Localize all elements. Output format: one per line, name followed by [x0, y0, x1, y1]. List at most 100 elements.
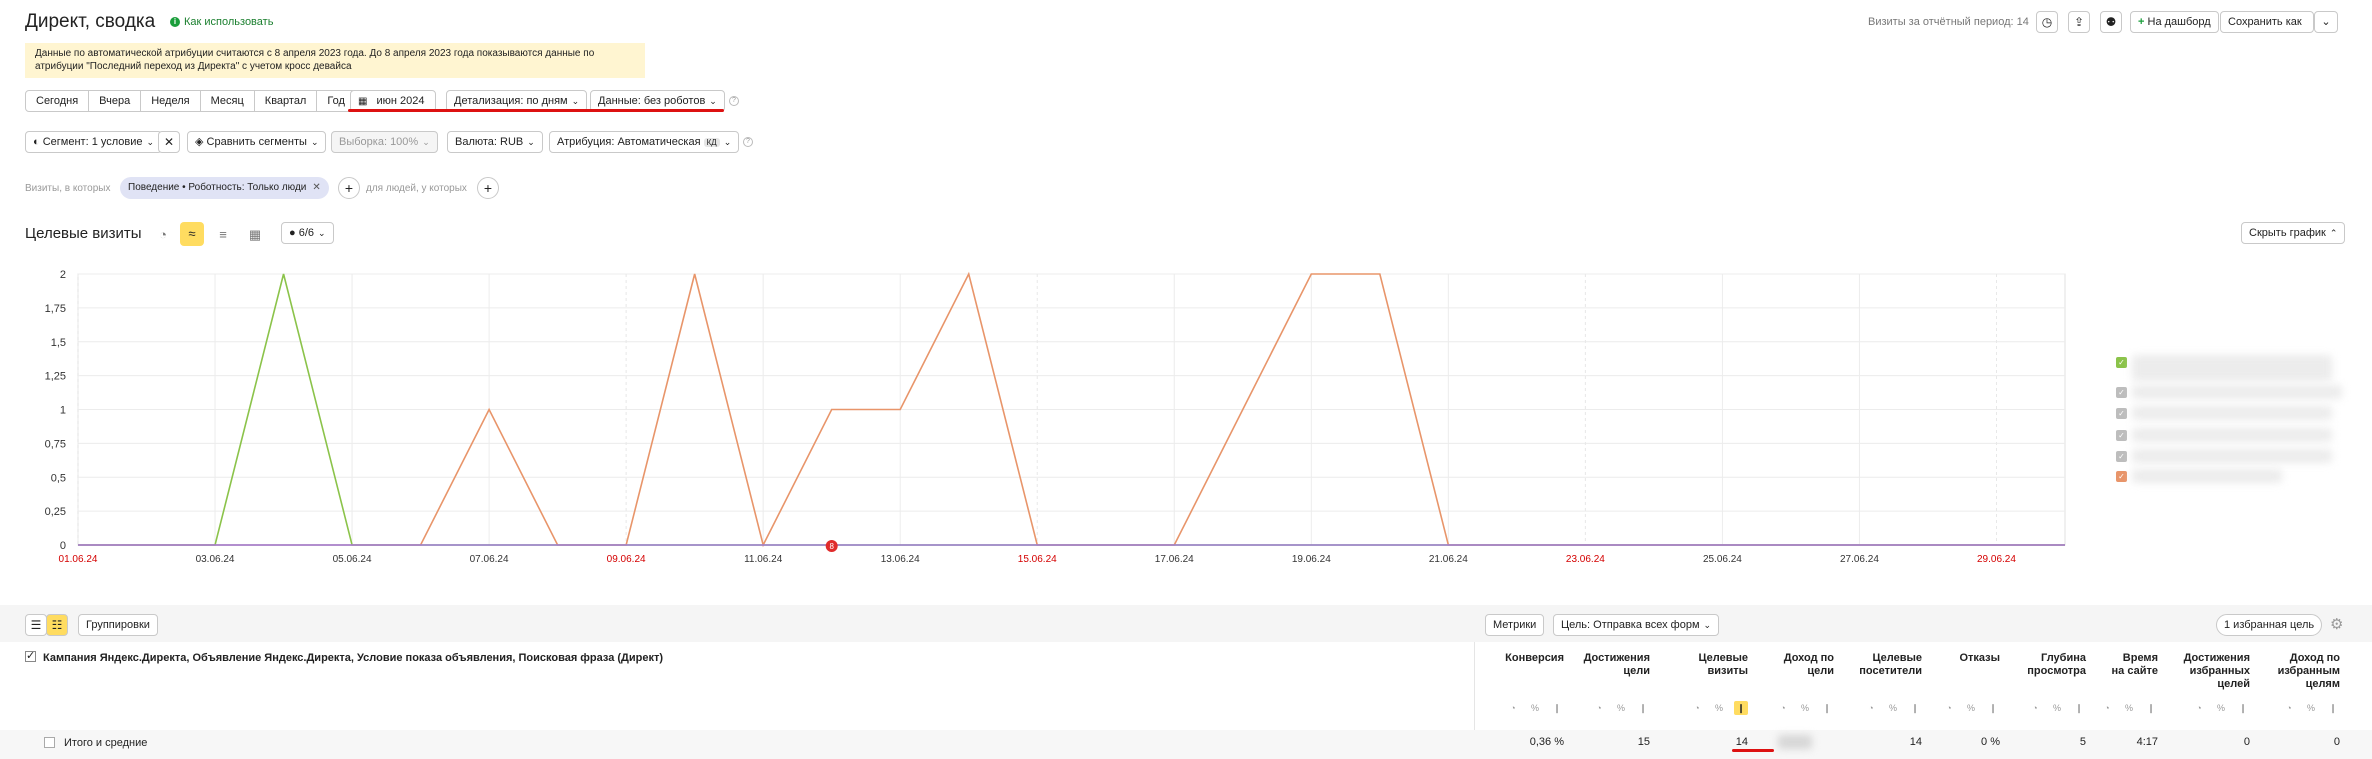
- currency-select[interactable]: Валюта: RUB ⌄: [447, 131, 543, 153]
- tree-view-icon[interactable]: ☷: [46, 614, 68, 636]
- series-count-select[interactable]: ● 6/6 ⌄: [281, 222, 334, 244]
- highlight-underline: [348, 109, 724, 112]
- line-chart: 0 0,25 0,5 0,75 1 1,25 1,5 1,75 2 01.06.24 03.06.2…: [45, 269, 2066, 565]
- bars-icon[interactable]: ❙: [2072, 701, 2086, 715]
- percent-icon[interactable]: %: [1886, 701, 1900, 715]
- help-link[interactable]: i Как использовать: [170, 16, 273, 28]
- metric-header[interactable]: Доход по цели: [1754, 652, 1834, 678]
- bars-icon[interactable]: ❙: [1734, 701, 1748, 715]
- metric-header[interactable]: Доход по избранным целям: [2260, 652, 2340, 691]
- pie-icon[interactable]: ◔: [2028, 701, 2042, 715]
- remove-tag-icon[interactable]: ✕: [312, 177, 320, 199]
- bars-icon[interactable]: ❙: [1550, 701, 1564, 715]
- clear-segment-icon[interactable]: ✕: [158, 131, 180, 153]
- save-as-dropdown[interactable]: ⌄: [2314, 11, 2338, 33]
- metric-header[interactable]: Отказы: [1920, 652, 2000, 665]
- period-week[interactable]: Неделя: [141, 91, 201, 111]
- favorites-button[interactable]: 1 избранная цель: [2216, 614, 2323, 636]
- bars-icon[interactable]: ❙: [1986, 701, 2000, 715]
- percent-icon[interactable]: %: [2050, 701, 2064, 715]
- legend-checkbox[interactable]: ✓: [2116, 471, 2127, 482]
- bars-icon[interactable]: ❙: [2236, 701, 2250, 715]
- y-tick-label: 0,5: [51, 472, 66, 484]
- line-chart-icon[interactable]: ≈: [180, 222, 204, 246]
- segment-select[interactable]: ◐ Сегмент: 1 условие ⌄: [25, 131, 163, 153]
- legend-checkbox[interactable]: ✓: [2116, 451, 2127, 462]
- data-info-icon[interactable]: ?: [729, 96, 739, 106]
- metric-total-value: 4:17: [2136, 736, 2158, 748]
- pie-icon[interactable]: ◔: [1592, 701, 1606, 715]
- pie-icon[interactable]: ◔: [1776, 701, 1790, 715]
- period-yesterday[interactable]: Вчера: [89, 91, 142, 111]
- chart-title: Целевые визиты: [25, 225, 142, 242]
- api-icon[interactable]: ⚉: [2100, 11, 2122, 33]
- metric-header[interactable]: Время на сайте: [2078, 652, 2158, 678]
- metric-header[interactable]: Конверсия: [1484, 652, 1564, 665]
- metric-header[interactable]: Глубина просмотра: [2006, 652, 2086, 678]
- hide-chart-button[interactable]: Скрыть график ⌃: [2241, 222, 2346, 244]
- legend-checkbox[interactable]: ✓: [2116, 430, 2127, 441]
- series-icon: ●: [289, 227, 296, 239]
- settings-gear-icon[interactable]: ⚙: [2330, 615, 2343, 633]
- calendar-icon: ▦: [358, 96, 368, 107]
- y-tick-label: 0,75: [45, 438, 66, 450]
- y-tick-label: 0,25: [45, 506, 66, 518]
- metric-header[interactable]: Достижения цели: [1570, 652, 1650, 678]
- metrics-button[interactable]: Метрики: [1485, 614, 1545, 636]
- bars-icon[interactable]: ❙: [2326, 701, 2340, 715]
- pie-icon[interactable]: ◔: [1864, 701, 1878, 715]
- metric-total-value: 0 %: [1981, 736, 2000, 748]
- bars-icon[interactable]: ❙: [2144, 701, 2158, 715]
- pie-icon[interactable]: ◔: [2282, 701, 2296, 715]
- pie-icon[interactable]: ◔: [1942, 701, 1956, 715]
- period-today[interactable]: Сегодня: [26, 91, 90, 111]
- goal-select[interactable]: Цель: Отправка всех форм ⌄: [1553, 614, 1720, 636]
- percent-icon[interactable]: %: [1964, 701, 1978, 715]
- add-condition-button[interactable]: +: [338, 177, 360, 199]
- x-tick-label: 05.06.24: [333, 554, 372, 565]
- pie-icon[interactable]: ◔: [1506, 701, 1520, 715]
- metric-header[interactable]: Целевые визиты: [1668, 652, 1748, 678]
- percent-icon[interactable]: %: [2214, 701, 2228, 715]
- percent-icon[interactable]: %: [2122, 701, 2136, 715]
- percent-icon[interactable]: %: [1712, 701, 1726, 715]
- legend-checkbox[interactable]: ✓: [2116, 408, 2127, 419]
- dashboard-button[interactable]: + На дашборд: [2130, 11, 2219, 33]
- percent-icon[interactable]: %: [1614, 701, 1628, 715]
- percent-icon[interactable]: %: [2304, 701, 2318, 715]
- percent-icon[interactable]: %: [1798, 701, 1812, 715]
- annotation-marker-label: 8: [829, 542, 834, 551]
- pie-chart-icon[interactable]: ◔: [152, 224, 174, 246]
- export-icon[interactable]: ⇪: [2068, 11, 2090, 33]
- add-people-condition-button[interactable]: +: [477, 177, 499, 199]
- clock-icon[interactable]: ◷: [2036, 11, 2058, 33]
- bars-icon[interactable]: ❙: [1636, 701, 1650, 715]
- x-tick-label: 09.06.24: [607, 554, 646, 565]
- period-quarter[interactable]: Квартал: [255, 91, 318, 111]
- list-view-icon[interactable]: ☰: [25, 614, 47, 636]
- pie-icon[interactable]: ◔: [1690, 701, 1704, 715]
- pie-icon[interactable]: ◔: [2192, 701, 2206, 715]
- attribution-select[interactable]: Атрибуция: Автоматическая КД ⌄: [549, 131, 740, 153]
- period-selector[interactable]: Сегодня Вчера Неделя Месяц Квартал Год: [25, 90, 356, 112]
- save-as-button[interactable]: Сохранить как: [2220, 11, 2314, 33]
- bars-icon[interactable]: ❙: [1820, 701, 1834, 715]
- x-tick-label: 15.06.24: [1018, 554, 1057, 565]
- group-checkbox[interactable]: ✓: [25, 651, 36, 662]
- period-month[interactable]: Месяц: [201, 91, 255, 111]
- legend-checkbox[interactable]: ✓: [2116, 387, 2127, 398]
- groupings-button[interactable]: Группировки: [78, 614, 158, 636]
- bar-chart-icon[interactable]: ▦: [244, 224, 266, 246]
- condition-tag[interactable]: Поведение • Роботность: Только люди ✕: [120, 177, 329, 199]
- metric-header[interactable]: Достижения избранных целей: [2170, 652, 2250, 691]
- metric-header[interactable]: Целевые посетители: [1842, 652, 1922, 678]
- percent-icon[interactable]: %: [1528, 701, 1542, 715]
- area-chart-icon[interactable]: ≡: [212, 224, 234, 246]
- legend-label-redacted: [2132, 449, 2332, 463]
- legend-checkbox[interactable]: ✓: [2116, 357, 2127, 368]
- total-checkbox[interactable]: [44, 737, 55, 748]
- compare-segments-select[interactable]: ◈ Сравнить сегменты ⌄: [187, 131, 327, 153]
- attribution-info-icon[interactable]: ?: [743, 137, 753, 147]
- pie-icon[interactable]: ◔: [2100, 701, 2114, 715]
- bars-icon[interactable]: ❙: [1908, 701, 1922, 715]
